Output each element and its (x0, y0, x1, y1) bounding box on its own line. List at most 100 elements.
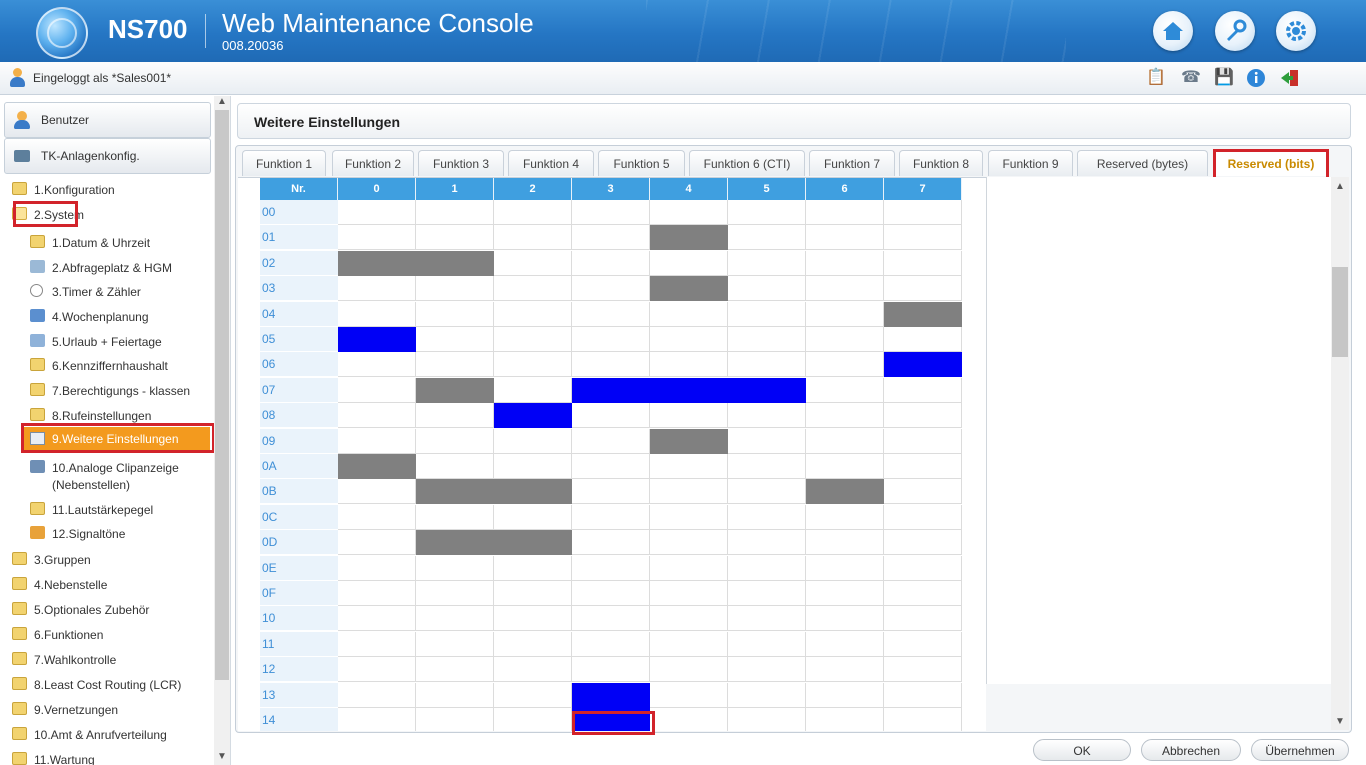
bit-cell[interactable] (650, 403, 728, 429)
bit-cell[interactable] (728, 504, 806, 530)
bit-cell[interactable] (650, 301, 728, 327)
bit-cell[interactable] (806, 200, 884, 225)
bit-cell[interactable] (494, 327, 572, 352)
bit-cell[interactable] (572, 403, 650, 429)
scroll-down-icon[interactable]: ▼ (1331, 716, 1349, 730)
tab-funktion-5[interactable]: Funktion 5 (598, 150, 685, 176)
bit-cell[interactable] (884, 581, 962, 606)
bit-cell[interactable] (338, 301, 416, 327)
home-button[interactable] (1153, 11, 1193, 51)
bit-cell[interactable] (650, 479, 728, 505)
bit-cell[interactable] (494, 581, 572, 606)
bit-cell[interactable] (494, 657, 572, 683)
bit-cell[interactable] (572, 352, 650, 378)
bit-cell[interactable] (416, 403, 494, 429)
bit-cell[interactable] (884, 708, 962, 731)
bit-cell[interactable] (806, 403, 884, 429)
scroll-up-icon[interactable]: ▲ (214, 96, 230, 110)
bit-cell[interactable] (806, 352, 884, 378)
bit-cell[interactable] (806, 479, 884, 505)
bit-cell[interactable] (494, 403, 572, 429)
bit-cell[interactable] (806, 250, 884, 276)
bit-cell[interactable] (884, 606, 962, 632)
section-tk-anlagenkonfig[interactable]: TK-Anlagenkonfig. (4, 138, 211, 174)
section-benutzer[interactable]: Benutzer (4, 102, 211, 138)
bit-cell[interactable] (728, 403, 806, 429)
bit-cell[interactable] (572, 200, 650, 225)
bit-cell[interactable] (494, 504, 572, 530)
bit-cell[interactable] (416, 581, 494, 606)
tab-reserved-bytes[interactable]: Reserved (bytes) (1077, 150, 1208, 176)
bit-cell[interactable] (338, 708, 416, 731)
scroll-up-icon[interactable]: ▲ (1331, 181, 1349, 195)
bit-cell[interactable] (884, 631, 962, 657)
bit-cell[interactable] (806, 276, 884, 302)
bit-cell[interactable] (494, 200, 572, 225)
bit-cell[interactable] (884, 428, 962, 454)
report-icon[interactable]: 📋 (1145, 68, 1167, 88)
bit-cell[interactable] (650, 200, 728, 225)
bit-cell[interactable] (416, 276, 494, 302)
bit-cell[interactable] (416, 682, 494, 708)
bit-cell[interactable] (650, 682, 728, 708)
bit-cell[interactable] (494, 606, 572, 632)
bit-cell[interactable] (650, 631, 728, 657)
bit-cell[interactable] (650, 377, 728, 403)
bit-cell[interactable] (338, 377, 416, 403)
bit-cell[interactable] (806, 504, 884, 530)
bit-cell[interactable] (728, 327, 806, 352)
bit-cell[interactable] (572, 276, 650, 302)
bit-cell[interactable] (650, 555, 728, 581)
bit-cell[interactable] (338, 327, 416, 352)
bit-cell[interactable] (884, 479, 962, 505)
bit-cell[interactable] (338, 200, 416, 225)
bit-cell[interactable] (338, 530, 416, 556)
bit-cell[interactable] (884, 504, 962, 530)
tab-funktion-4[interactable]: Funktion 4 (508, 150, 594, 176)
bit-cell[interactable] (650, 657, 728, 683)
bit-cell[interactable] (572, 631, 650, 657)
bit-cell[interactable] (728, 454, 806, 479)
bit-cell[interactable] (494, 276, 572, 302)
bit-cell[interactable] (806, 530, 884, 556)
bit-cell[interactable] (338, 581, 416, 606)
bit-cell[interactable] (338, 631, 416, 657)
tab-funktion-9[interactable]: Funktion 9 (988, 150, 1073, 176)
scroll-thumb[interactable] (1332, 267, 1348, 357)
bit-cell[interactable] (572, 530, 650, 556)
bit-cell[interactable] (728, 200, 806, 225)
bit-cell[interactable] (494, 250, 572, 276)
bit-cell[interactable] (884, 682, 962, 708)
bit-cell[interactable] (416, 530, 494, 556)
pbx-icon[interactable]: ☎ (1180, 68, 1202, 88)
bit-cell[interactable] (572, 682, 650, 708)
bit-cell[interactable] (728, 555, 806, 581)
bit-cell[interactable] (806, 555, 884, 581)
bit-cell[interactable] (650, 225, 728, 251)
bit-cell[interactable] (416, 377, 494, 403)
bit-cell[interactable] (728, 657, 806, 683)
bit-cell[interactable] (728, 352, 806, 378)
bit-cell[interactable] (494, 479, 572, 505)
logout-icon[interactable] (1279, 68, 1301, 88)
bit-cell[interactable] (416, 708, 494, 731)
bit-cell[interactable] (650, 250, 728, 276)
tab-funktion-8[interactable]: Funktion 8 (899, 150, 983, 176)
scroll-down-icon[interactable]: ▼ (214, 751, 230, 765)
bit-cell[interactable] (884, 352, 962, 378)
bit-cell[interactable] (884, 276, 962, 302)
bit-cell[interactable] (806, 606, 884, 632)
bit-cell[interactable] (650, 276, 728, 302)
bit-cell[interactable] (572, 428, 650, 454)
bit-cell[interactable] (494, 708, 572, 731)
tab-funktion-1[interactable]: Funktion 1 (242, 150, 326, 176)
bit-cell[interactable] (728, 377, 806, 403)
bit-cell[interactable] (806, 631, 884, 657)
bit-cell[interactable] (416, 631, 494, 657)
bit-cell[interactable] (416, 352, 494, 378)
maintenance-button[interactable] (1215, 11, 1255, 51)
bit-cell[interactable] (416, 479, 494, 505)
bit-cell[interactable] (494, 428, 572, 454)
bit-cell[interactable] (884, 327, 962, 352)
scroll-thumb[interactable] (215, 110, 229, 680)
